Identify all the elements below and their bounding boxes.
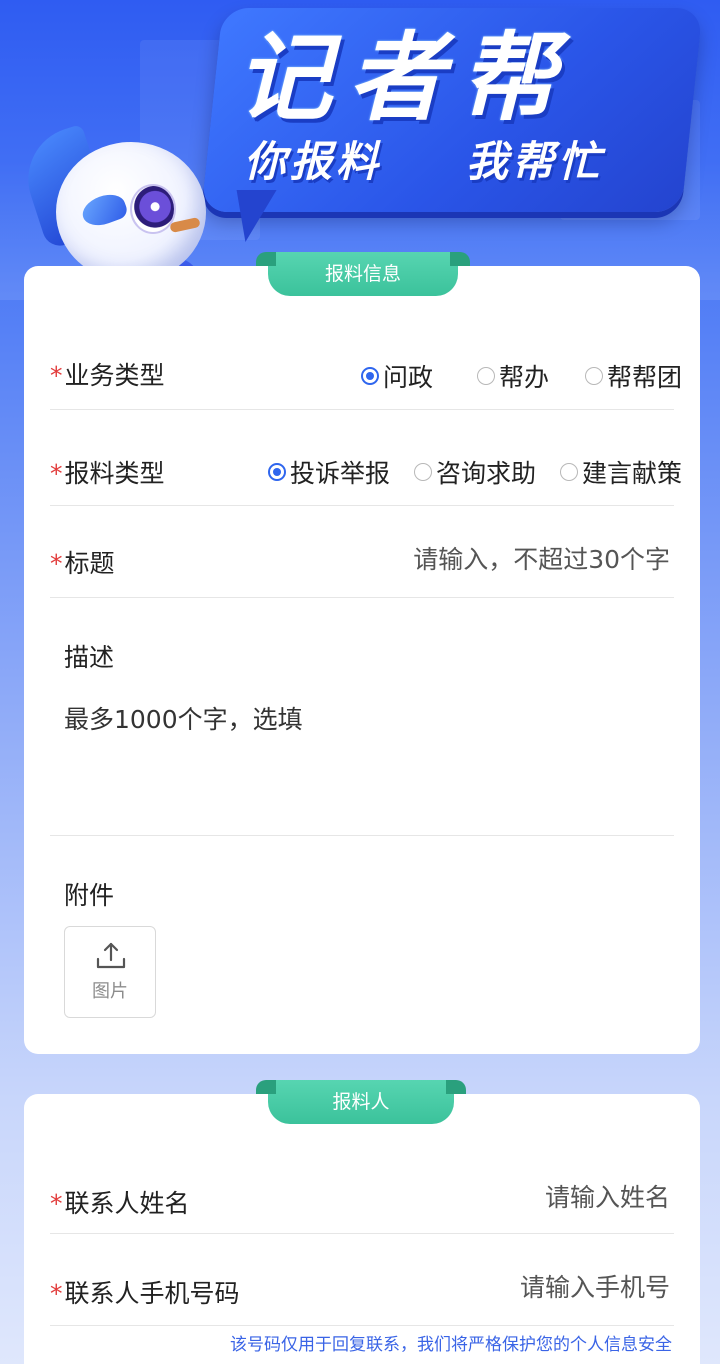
section-tab-report-info: 报料信息 — [256, 252, 470, 296]
upload-label: 图片 — [92, 981, 128, 1002]
contact-name-label: *联系人姓名 — [50, 1184, 190, 1220]
contact-phone-row: *联系人手机号码 请输入手机号 — [50, 1234, 674, 1326]
title-input[interactable]: 请输入，不超过30个字 — [413, 540, 670, 576]
description-textarea[interactable]: 最多1000个字，选填 — [64, 700, 303, 736]
required-mark: * — [50, 1189, 63, 1218]
title-label: *标题 — [50, 544, 115, 580]
radio-label: 帮办 — [498, 363, 549, 392]
slogan-right: 我帮忙 — [466, 137, 605, 186]
radio-bangban[interactable]: 帮办 — [476, 358, 549, 394]
reporter-card: 报料人 *联系人姓名 请输入姓名 *联系人手机号码 请输入手机号 该号码仅用于回… — [24, 1080, 700, 1364]
page-title: 记者帮 — [236, 22, 572, 134]
report-type-row: *报料类型 投诉举报 咨询求助 建言献策 — [50, 410, 682, 506]
contact-name-label-text: 联系人姓名 — [64, 1189, 190, 1218]
business-type-label: *业务类型 — [50, 356, 165, 392]
title-row: *标题 请输入，不超过30个字 — [50, 506, 674, 598]
privacy-note: 该号码仅用于回复联系，我们将严格保护您的个人信息安全 — [230, 1335, 672, 1355]
radio-dot-selected[interactable] — [267, 463, 286, 481]
required-mark: * — [50, 1279, 63, 1308]
radio-dot[interactable] — [584, 367, 603, 385]
description-row: 描述 最多1000个字，选填 — [50, 598, 674, 836]
title-label-text: 标题 — [64, 549, 115, 578]
upload-image-button[interactable]: 图片 — [64, 926, 156, 1018]
contact-name-input[interactable]: 请输入姓名 — [545, 1178, 670, 1214]
radio-label: 帮帮团 — [606, 363, 682, 392]
radio-wenzheng[interactable]: 问政 — [360, 358, 433, 394]
description-label: 描述 — [64, 643, 115, 672]
business-type-row: *业务类型 问政 帮办 帮帮团 — [50, 328, 682, 410]
radio-suggestion[interactable]: 建言献策 — [559, 454, 682, 490]
required-mark: * — [50, 361, 63, 390]
report-type-label-text: 报料类型 — [64, 459, 165, 488]
contact-phone-label-text: 联系人手机号码 — [64, 1279, 240, 1308]
radio-dot-selected[interactable] — [360, 367, 379, 385]
radio-label: 咨询求助 — [435, 459, 536, 488]
report-type-radio-group: 投诉举报 咨询求助 建言献策 — [267, 454, 682, 490]
business-type-label-text: 业务类型 — [64, 361, 165, 390]
radio-complaint[interactable]: 投诉举报 — [267, 454, 390, 490]
attachment-label: 附件 — [64, 881, 115, 910]
radio-dot[interactable] — [476, 367, 495, 385]
required-mark: * — [50, 459, 63, 488]
radio-bangbangtuan[interactable]: 帮帮团 — [584, 358, 682, 394]
radio-label: 建言献策 — [581, 459, 682, 488]
contact-name-row: *联系人姓名 请输入姓名 — [50, 1144, 674, 1234]
radio-label: 投诉举报 — [289, 459, 390, 488]
radio-consult[interactable]: 咨询求助 — [413, 454, 536, 490]
required-mark: * — [50, 549, 63, 578]
section-tab-reporter: 报料人 — [256, 1080, 466, 1124]
upload-icon — [96, 942, 126, 969]
report-info-card: 报料信息 *业务类型 问政 帮办 帮帮团 *报料类型 投诉举报 咨询求助 建言献… — [24, 252, 700, 1054]
radio-label: 问政 — [382, 363, 433, 392]
business-type-radio-group: 问政 帮办 帮帮团 — [360, 358, 682, 394]
radio-dot[interactable] — [413, 463, 432, 481]
radio-dot[interactable] — [559, 463, 578, 481]
contact-phone-label: *联系人手机号码 — [50, 1274, 240, 1310]
slogan-left: 你报料 — [244, 137, 383, 186]
contact-phone-input[interactable]: 请输入手机号 — [520, 1268, 670, 1304]
report-type-label: *报料类型 — [50, 454, 165, 490]
